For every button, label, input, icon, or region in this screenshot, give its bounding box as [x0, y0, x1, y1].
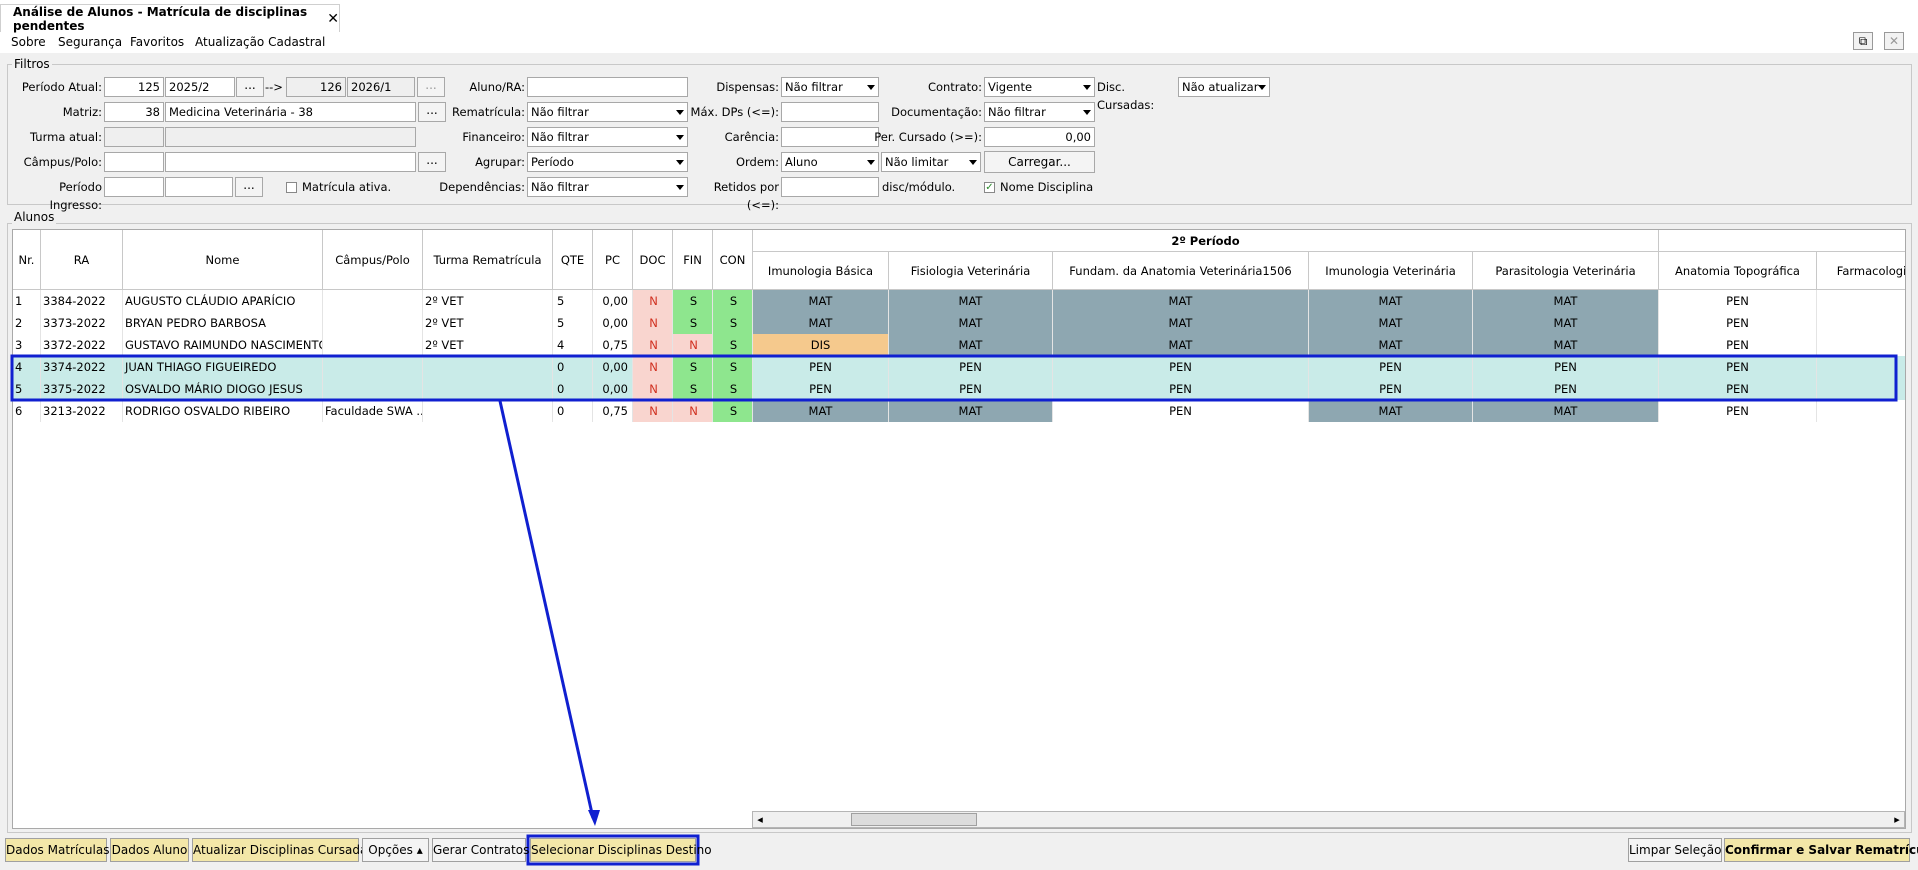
dados-matriculas-button[interactable]: Dados Matrículas — [5, 838, 109, 862]
dados-aluno-button[interactable]: Dados Aluno — [110, 838, 189, 862]
atualizar-disciplinas-button[interactable]: Atualizar Disciplinas Cursadas — [192, 838, 374, 862]
selecionar-disciplinas-destino-button[interactable]: Selecionar Disciplinas Destino — [530, 838, 712, 862]
opcoes-button[interactable]: Opções ▴ — [362, 838, 429, 862]
confirmar-salvar-button[interactable]: Confirmar e Salvar Rematrículas — [1724, 838, 1918, 862]
gerar-contratos-button[interactable]: Gerar Contratos — [432, 838, 529, 862]
limpar-selecao-button[interactable]: Limpar Seleção — [1628, 838, 1722, 862]
annotation-overlay — [10, 354, 1898, 866]
selection-highlight-box — [10, 354, 1898, 402]
annotation-arrowhead — [588, 810, 600, 826]
annotation-arrow-line — [498, 400, 595, 819]
